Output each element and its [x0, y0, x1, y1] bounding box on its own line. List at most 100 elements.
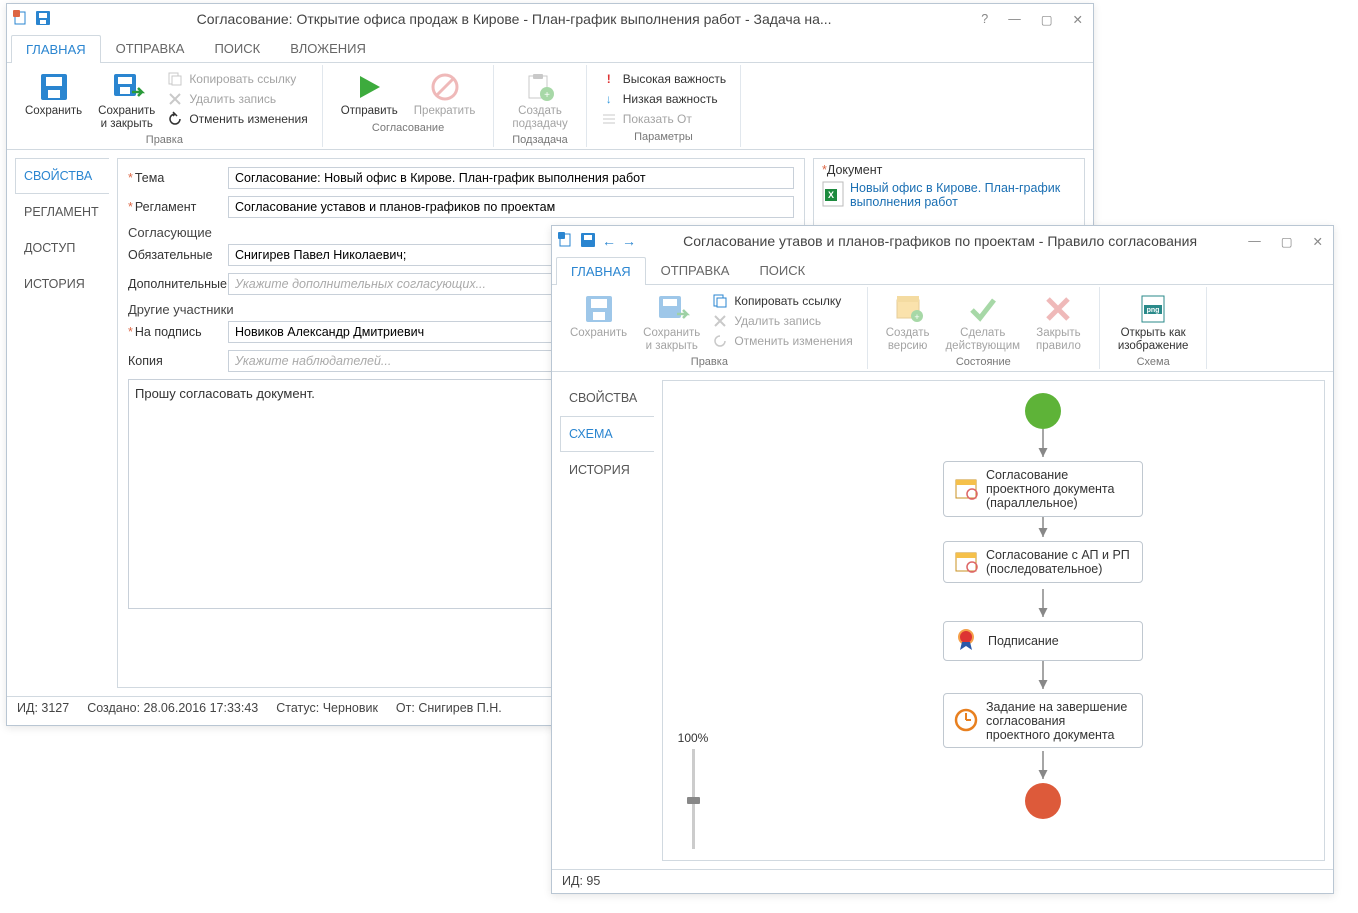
send-button[interactable]: Отправить	[333, 69, 406, 120]
calendar-icon	[954, 476, 978, 502]
status-from: От: Снигирев П.Н.	[396, 701, 502, 715]
side-tab-properties[interactable]: СВОЙСТВА	[560, 380, 654, 416]
undo-icon	[712, 333, 728, 349]
stop-button[interactable]: Прекратить	[406, 69, 484, 120]
save-button[interactable]: Сохранить	[17, 69, 90, 120]
copy-label: Копия	[128, 354, 228, 368]
low-importance-button[interactable]: ↓Низкая важность	[601, 91, 726, 107]
flow-node-completion-task[interactable]: Задание на завершение согласования проек…	[943, 693, 1143, 748]
copy-link-button[interactable]: Копировать ссылку	[712, 293, 852, 309]
flow-node-approval-parallel[interactable]: Согласование проектного документа (парал…	[943, 461, 1143, 517]
save-close-icon	[111, 71, 143, 103]
flow-start-node	[1025, 393, 1061, 429]
arrow-down-icon: ↓	[601, 91, 617, 107]
window-title: Согласование: Открытие офиса продаж в Ки…	[51, 11, 977, 27]
document-panel-label: Документ	[822, 163, 1076, 177]
tab-search[interactable]: ПОИСК	[744, 256, 820, 284]
group-scheme-label: Схема	[1137, 356, 1170, 368]
tab-attach[interactable]: ВЛОЖЕНИЯ	[275, 34, 381, 62]
open-as-image-button[interactable]: png Открыть как изображение	[1110, 291, 1197, 354]
high-importance-button[interactable]: !Высокая важность	[601, 71, 726, 87]
minimize-icon[interactable]: —	[1244, 232, 1265, 250]
help-icon[interactable]: ?	[977, 10, 992, 28]
delete-record-button[interactable]: Удалить запись	[712, 313, 852, 329]
zoom-value: 100%	[678, 731, 709, 745]
close-icon[interactable]: ✕	[1069, 10, 1087, 29]
side-tabs: СВОЙСТВА РЕГЛАМЕНТ ДОСТУП ИСТОРИЯ	[15, 158, 109, 688]
side-tabs: СВОЙСТВА СХЕМА ИСТОРИЯ	[560, 380, 654, 861]
close-rule-icon	[1042, 293, 1074, 325]
close-icon[interactable]: ✕	[1309, 232, 1327, 251]
undo-changes-button[interactable]: Отменить изменения	[712, 333, 852, 349]
group-edit-label: Правка	[691, 356, 728, 368]
zoom-slider[interactable]: 100%	[663, 381, 723, 860]
side-tab-reglament[interactable]: РЕГЛАМЕНТ	[15, 194, 109, 230]
tab-main[interactable]: ГЛАВНАЯ	[556, 257, 646, 285]
copy-link-icon	[712, 293, 728, 309]
close-rule-button[interactable]: Закрыть правило	[1028, 291, 1089, 354]
show-from-button[interactable]: Показать От	[601, 111, 726, 127]
save-button[interactable]: Сохранить	[562, 291, 635, 342]
group-approval-label: Согласование	[372, 122, 444, 134]
svg-text:png: png	[1147, 307, 1160, 314]
maximize-icon[interactable]: ▢	[1277, 232, 1297, 251]
maximize-icon[interactable]: ▢	[1037, 10, 1057, 29]
qat-forward-icon[interactable]: →	[622, 233, 636, 249]
slider-track[interactable]	[692, 749, 695, 849]
stop-icon	[429, 71, 461, 103]
window-title: Согласование утавов и планов-графиков по…	[636, 233, 1244, 249]
side-tab-access[interactable]: ДОСТУП	[15, 230, 109, 266]
create-version-button[interactable]: + Создать версию	[878, 291, 938, 354]
flow-end-node	[1025, 783, 1061, 819]
save-close-button[interactable]: Сохранить и закрыть	[90, 69, 163, 132]
minimize-icon[interactable]: —	[1004, 10, 1025, 28]
side-tab-properties[interactable]: СВОЙСТВА	[15, 158, 109, 194]
side-tab-history[interactable]: ИСТОРИЯ	[15, 266, 109, 302]
qat-new-icon[interactable]	[558, 232, 574, 251]
save-close-button[interactable]: Сохранить и закрыть	[635, 291, 708, 354]
tab-send[interactable]: ОТПРАВКА	[646, 256, 745, 284]
ribbon-badge-icon	[954, 628, 980, 654]
make-active-button[interactable]: Сделать действующим	[937, 291, 1028, 354]
reglament-label: Регламент	[128, 200, 228, 214]
attached-document[interactable]: X Новый офис в Кирове. План-график выпол…	[822, 181, 1076, 209]
undo-icon	[167, 111, 183, 127]
tab-send[interactable]: ОТПРАВКА	[101, 34, 200, 62]
group-edit-label: Правка	[146, 134, 183, 146]
signer-label: На подпись	[128, 325, 228, 339]
create-subtask-button[interactable]: + Создать подзадачу	[504, 69, 575, 132]
flow-node-approval-sequential[interactable]: Согласование с АП и РП (последовательное…	[943, 541, 1143, 583]
subtask-icon: +	[524, 71, 556, 103]
copy-link-button[interactable]: Копировать ссылку	[167, 71, 307, 87]
ribbon-tabs: ГЛАВНАЯ ОТПРАВКА ПОИСК ВЛОЖЕНИЯ	[7, 34, 1093, 63]
scheme-panel: 100% Согл	[662, 380, 1325, 861]
reglament-input[interactable]	[228, 196, 794, 218]
topic-label: Тема	[128, 171, 228, 185]
save-close-icon	[656, 293, 688, 325]
delete-record-button[interactable]: Удалить запись	[167, 91, 307, 107]
status-id: ИД: 3127	[17, 701, 69, 715]
topic-input[interactable]	[228, 167, 794, 189]
flow-node-signing[interactable]: Подписание	[943, 621, 1143, 661]
tab-search[interactable]: ПОИСК	[199, 34, 275, 62]
group-subtask-label: Подзадача	[512, 134, 568, 146]
side-tab-history[interactable]: ИСТОРИЯ	[560, 452, 654, 488]
group-params-label: Параметры	[634, 131, 693, 143]
ribbon: Сохранить Сохранить и закрыть Копировать…	[7, 63, 1093, 150]
copy-link-icon	[167, 71, 183, 87]
qat-new-icon[interactable]	[13, 10, 29, 29]
group-state-label: Состояние	[956, 356, 1011, 368]
status-status: Статус: Черновик	[276, 701, 378, 715]
play-icon	[353, 71, 385, 103]
undo-changes-button[interactable]: Отменить изменения	[167, 111, 307, 127]
slider-thumb[interactable]	[687, 797, 700, 804]
qat-back-icon[interactable]: ←	[602, 233, 616, 249]
qat-save-icon[interactable]	[580, 232, 596, 251]
tab-main[interactable]: ГЛАВНАЯ	[11, 35, 101, 63]
status-created: Создано: 28.06.2016 17:33:43	[87, 701, 258, 715]
flow-canvas[interactable]: Согласование проектного документа (парал…	[723, 381, 1324, 860]
qat-save-icon[interactable]	[35, 10, 51, 29]
side-tab-scheme[interactable]: СХЕМА	[560, 416, 654, 452]
version-icon: +	[892, 293, 924, 325]
exclamation-icon: !	[601, 71, 617, 87]
